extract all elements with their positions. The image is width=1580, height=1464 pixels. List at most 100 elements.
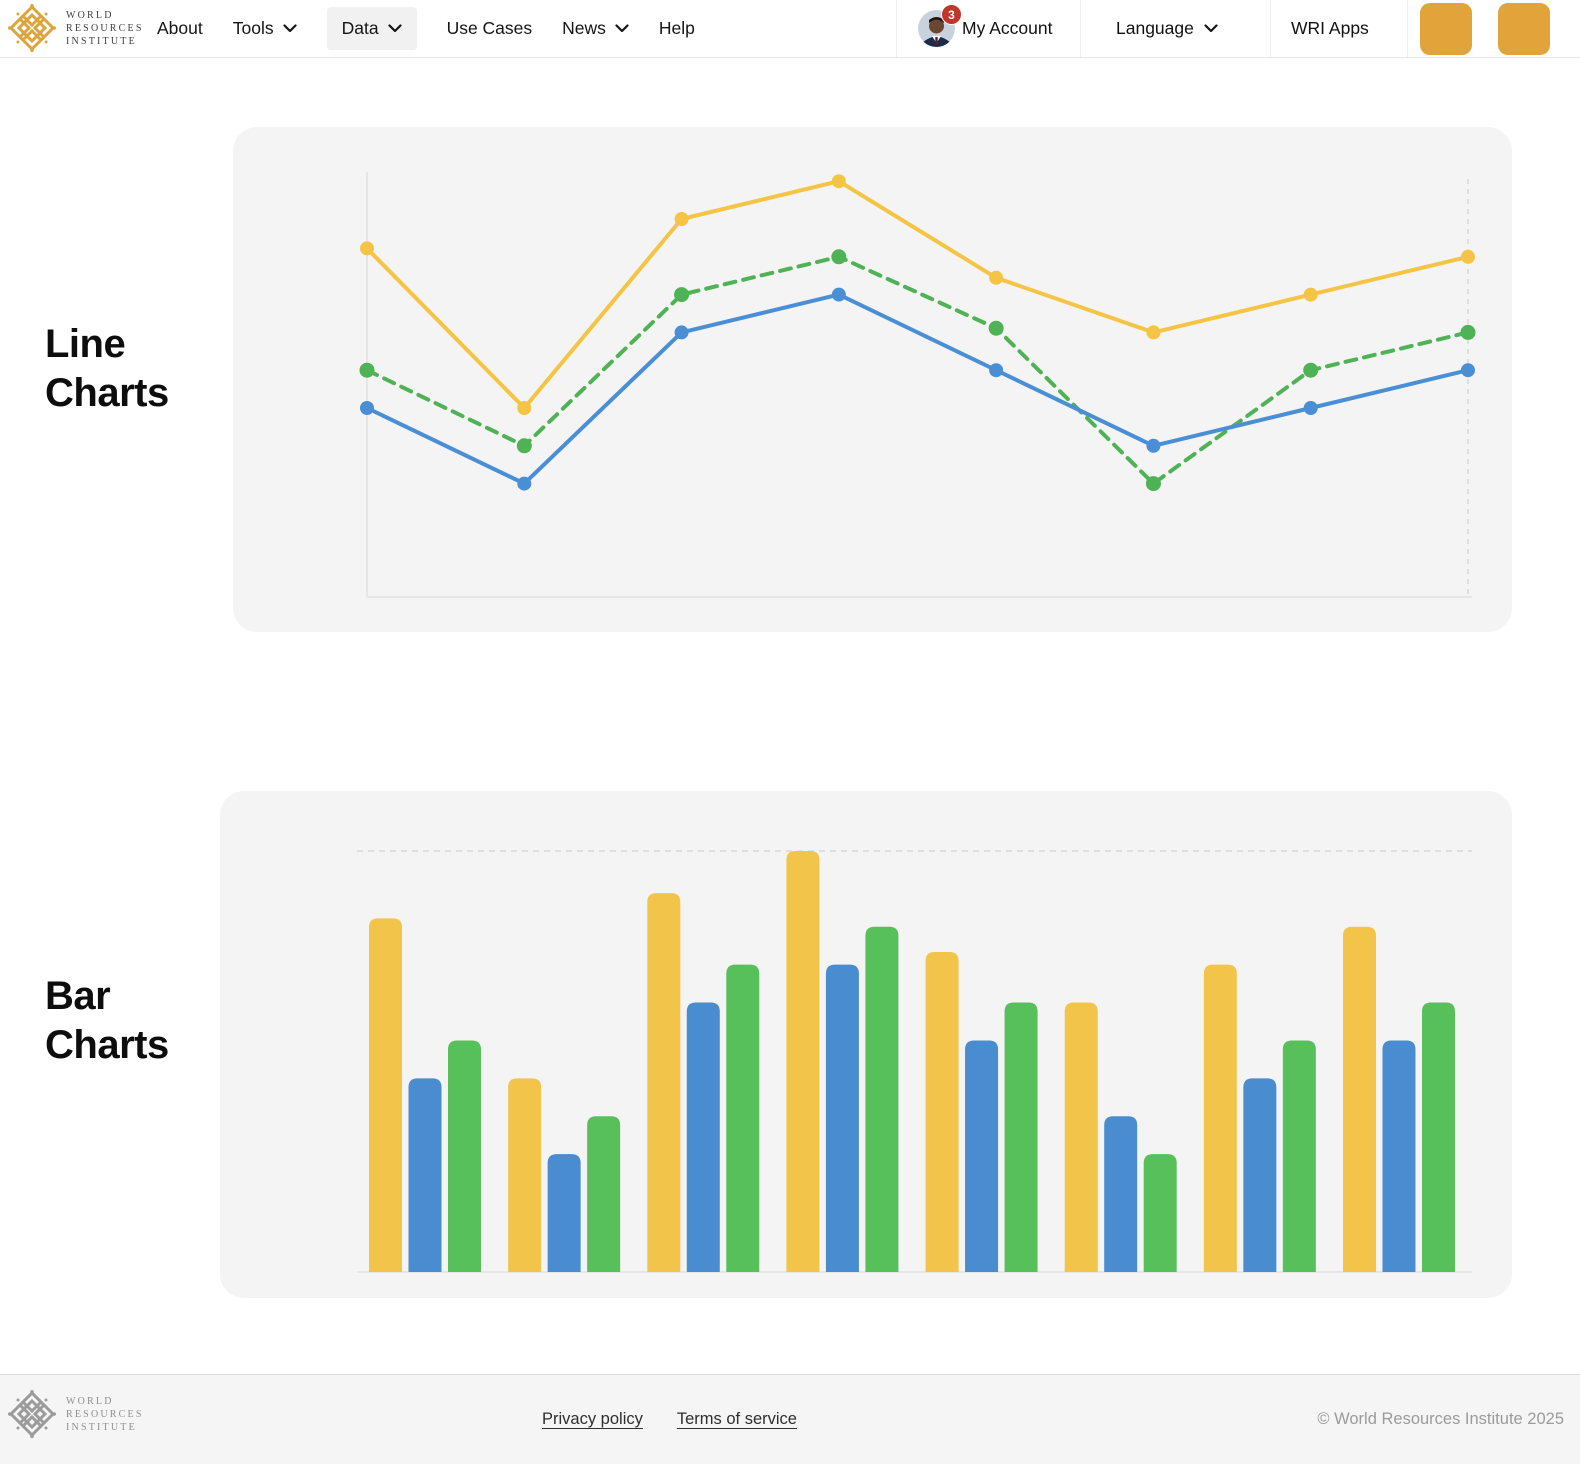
line-point-blue xyxy=(1303,401,1318,415)
bar-chart xyxy=(357,850,1472,1273)
line-point-green xyxy=(1303,362,1319,378)
line-point-blue xyxy=(674,325,689,340)
line-charts-title: Line Charts xyxy=(45,322,169,415)
line-point-green xyxy=(674,287,690,303)
bar-group-5 xyxy=(925,952,1038,1272)
line-point-yellow xyxy=(517,401,532,415)
header: World Resources Institute About Tools Da… xyxy=(0,0,1580,58)
bar-charts-title: Bar Charts xyxy=(45,974,169,1067)
wri-logo-icon xyxy=(8,4,56,52)
nav-label: Use Cases xyxy=(446,18,533,38)
bar-blue xyxy=(965,1040,999,1272)
bar-group-4 xyxy=(786,851,899,1272)
brand-text: World Resources Institute xyxy=(66,9,144,47)
yellow-square-button-2[interactable] xyxy=(1498,2,1550,55)
language-label: Language xyxy=(1116,18,1194,38)
bar-group-1 xyxy=(369,918,481,1272)
wri-logo-icon xyxy=(8,1390,56,1438)
terms-of-service-link[interactable]: Terms of service xyxy=(677,1410,797,1429)
chevron-down-icon xyxy=(282,24,297,33)
bar-blue xyxy=(1243,1078,1277,1272)
footer-brand-text: World Resources Institute xyxy=(66,1395,144,1433)
bar-yellow xyxy=(925,952,959,1272)
avatar: 3 xyxy=(918,4,962,47)
bar-blue xyxy=(408,1078,442,1272)
nav-item-help[interactable]: Help xyxy=(659,18,695,39)
nav-item-about[interactable]: About xyxy=(157,18,203,39)
footer-brand: World Resources Institute xyxy=(8,1390,144,1438)
line-path-blue xyxy=(365,292,1470,486)
line-series-yellow xyxy=(360,174,1475,415)
page: World Resources Institute About Tools Da… xyxy=(0,0,1580,1464)
line-point-yellow xyxy=(1461,249,1475,264)
wri-apps-label: WRI Apps xyxy=(1291,18,1369,38)
chevron-down-icon xyxy=(387,24,402,33)
bar-green xyxy=(587,1116,621,1272)
bar-blue xyxy=(547,1154,581,1272)
brand: World Resources Institute xyxy=(8,4,144,52)
my-account-button[interactable]: 3 My Account xyxy=(896,0,1080,57)
nav-item-tools[interactable]: Tools xyxy=(233,18,297,39)
wri-apps-button[interactable]: WRI Apps xyxy=(1270,0,1407,57)
nav-item-data[interactable]: Data xyxy=(326,7,417,50)
my-account-label: My Account xyxy=(962,18,1053,38)
bar-green xyxy=(865,926,899,1272)
line-point-green xyxy=(1145,476,1161,492)
line-point-blue xyxy=(1146,438,1161,453)
main-nav: About Tools Data Use Cases News Help xyxy=(157,0,695,57)
line-point-green xyxy=(831,249,847,265)
line-point-yellow xyxy=(1146,325,1161,340)
nav-label: News xyxy=(562,18,606,38)
footer-links: Privacy policy Terms of service xyxy=(542,1375,797,1464)
line-point-blue xyxy=(989,363,1004,378)
line-path-yellow xyxy=(365,179,1470,410)
line-point-green xyxy=(988,320,1004,336)
line-point-yellow xyxy=(989,270,1004,285)
line-point-yellow xyxy=(1303,287,1318,302)
line-point-green xyxy=(516,438,532,454)
nav-item-news[interactable]: News xyxy=(562,18,629,39)
bar-yellow xyxy=(508,1078,542,1272)
bar-blue xyxy=(1104,1116,1138,1272)
nav-item-use-cases[interactable]: Use Cases xyxy=(447,18,533,39)
line-point-yellow xyxy=(674,212,689,226)
line-point-blue xyxy=(360,401,374,415)
nav-label: Help xyxy=(658,18,695,38)
bar-chart-card xyxy=(220,791,1512,1298)
line-point-green xyxy=(1460,324,1476,340)
bar-group-7 xyxy=(1203,964,1316,1272)
line-chart xyxy=(359,172,1476,598)
bar-group-2 xyxy=(508,1078,621,1272)
bar-yellow xyxy=(1203,964,1237,1272)
line-point-yellow xyxy=(360,241,374,256)
bar-green xyxy=(1282,1040,1316,1272)
line-series-green xyxy=(359,249,1476,492)
bar-blue xyxy=(686,1002,720,1272)
notification-badge: 3 xyxy=(941,4,962,25)
language-button[interactable]: Language xyxy=(1080,0,1270,57)
bar-green xyxy=(1421,1002,1455,1272)
bar-yellow xyxy=(1064,1002,1098,1272)
bar-group-3 xyxy=(647,893,760,1272)
bar-green xyxy=(1004,1002,1038,1272)
nav-label: About xyxy=(157,18,203,38)
bar-group-6 xyxy=(1064,1002,1177,1272)
bar-yellow xyxy=(786,851,820,1272)
bar-blue xyxy=(1382,1040,1416,1272)
privacy-policy-link[interactable]: Privacy policy xyxy=(542,1410,643,1429)
bar-yellow xyxy=(369,918,402,1272)
bar-yellow xyxy=(647,893,681,1272)
line-series-blue xyxy=(360,287,1475,491)
line-chart-card xyxy=(233,127,1512,632)
header-action-buttons xyxy=(1407,0,1580,57)
bar-green xyxy=(1143,1154,1177,1272)
footer: World Resources Institute Privacy policy… xyxy=(0,1374,1580,1464)
nav-label: Tools xyxy=(232,18,274,38)
chevron-down-icon xyxy=(615,24,629,33)
line-path-green xyxy=(365,254,1470,486)
line-point-green xyxy=(359,362,375,378)
yellow-square-button-1[interactable] xyxy=(1420,2,1472,55)
bar-green xyxy=(726,964,760,1272)
header-right: 3 My Account Language WRI Apps xyxy=(896,0,1580,57)
bar-yellow xyxy=(1342,926,1376,1272)
